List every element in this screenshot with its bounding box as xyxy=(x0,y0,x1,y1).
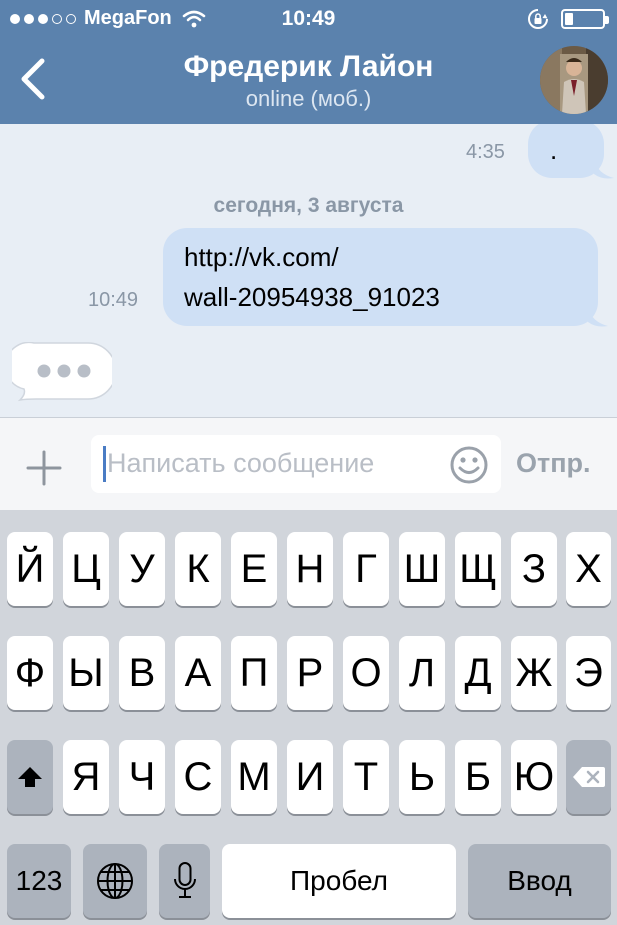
date-separator: сегодня, 3 августа xyxy=(213,194,404,217)
key[interactable]: Ч xyxy=(119,740,165,814)
status-bar: MegaFon 10:49 xyxy=(0,0,617,40)
keyboard: Й Ц У К Е Н Г Ш Щ З Х Ф Ы В А П Р О Л Д … xyxy=(0,510,617,925)
backspace-key[interactable] xyxy=(566,740,611,814)
key[interactable]: Щ xyxy=(455,532,501,606)
return-key[interactable]: Ввод xyxy=(468,844,611,918)
emoji-button[interactable] xyxy=(449,445,489,485)
key[interactable]: Ц xyxy=(63,532,109,606)
status-time: 10:49 xyxy=(281,7,336,30)
numbers-key[interactable]: 123 xyxy=(7,844,71,918)
message-link[interactable]: http://vk.com/ wall-20954938_91023 xyxy=(184,237,440,317)
key[interactable]: Ы xyxy=(63,636,109,710)
globe-key[interactable] xyxy=(83,844,147,918)
key[interactable]: Х xyxy=(566,532,611,606)
message-list[interactable]: 4:35 . сегодня, 3 августа 10:49 http://v… xyxy=(0,124,617,417)
key[interactable]: З xyxy=(511,532,557,606)
shift-icon xyxy=(18,767,42,787)
globe-icon xyxy=(97,863,133,899)
message-placeholder: Написать сообщение xyxy=(107,448,375,478)
key[interactable]: П xyxy=(231,636,277,710)
message-input[interactable]: Написать сообщение xyxy=(91,435,501,493)
key[interactable]: Л xyxy=(399,636,445,710)
contact-status: online (моб.) xyxy=(245,86,372,111)
status-right xyxy=(527,8,609,30)
key[interactable]: У xyxy=(119,532,165,606)
dictation-key[interactable] xyxy=(159,844,210,918)
bubble-tail xyxy=(594,160,614,179)
key[interactable]: Э xyxy=(566,636,611,710)
key[interactable]: Н xyxy=(287,532,333,606)
key[interactable]: В xyxy=(119,636,165,710)
composer-bar: Написать сообщение Отпр. xyxy=(0,417,617,510)
key[interactable]: И xyxy=(287,740,333,814)
backspace-icon xyxy=(572,767,605,787)
key[interactable]: А xyxy=(175,636,221,710)
key[interactable]: Ф xyxy=(7,636,53,710)
typing-indicator xyxy=(12,342,114,402)
key[interactable]: Ж xyxy=(511,636,557,710)
smiley-icon xyxy=(450,446,488,484)
send-button[interactable]: Отпр. xyxy=(516,448,591,479)
text-caret xyxy=(103,446,106,482)
bubble-tail xyxy=(588,308,608,327)
attach-button[interactable] xyxy=(24,448,64,488)
key[interactable]: Д xyxy=(455,636,501,710)
key[interactable]: Ю xyxy=(511,740,557,814)
message-bubble-outgoing[interactable]: http://vk.com/ wall-20954938_91023 xyxy=(163,228,608,327)
key[interactable]: Г xyxy=(343,532,389,606)
rotation-lock-icon xyxy=(528,9,548,29)
key[interactable]: Я xyxy=(63,740,109,814)
key[interactable]: Б xyxy=(455,740,501,814)
message-text: . xyxy=(550,135,558,165)
key[interactable]: Ш xyxy=(399,532,445,606)
key[interactable]: М xyxy=(231,740,277,814)
message-line: http://vk.com/ xyxy=(184,242,339,272)
message-time: 4:35 xyxy=(466,141,505,163)
key[interactable]: Е xyxy=(231,532,277,606)
plus-icon xyxy=(26,450,62,486)
avatar[interactable] xyxy=(540,46,608,114)
key[interactable]: О xyxy=(343,636,389,710)
key[interactable]: Ь xyxy=(399,740,445,814)
space-key[interactable]: Пробел xyxy=(222,844,456,918)
contact-name[interactable]: Фредерик Лайон xyxy=(0,50,617,84)
key[interactable]: С xyxy=(175,740,221,814)
battery-icon xyxy=(561,9,609,29)
message-line: wall-20954938_91023 xyxy=(184,282,440,312)
shift-key[interactable] xyxy=(7,740,53,814)
message-bubble-outgoing[interactable]: . xyxy=(528,124,614,179)
key[interactable]: Т xyxy=(343,740,389,814)
microphone-icon xyxy=(173,862,196,898)
key[interactable]: Й xyxy=(7,532,53,606)
conversation-header: Фредерик Лайон online (моб.) xyxy=(0,40,617,124)
key[interactable]: К xyxy=(175,532,221,606)
message-time: 10:49 xyxy=(88,289,139,311)
avatar-photo xyxy=(540,46,608,114)
key[interactable]: Р xyxy=(287,636,333,710)
